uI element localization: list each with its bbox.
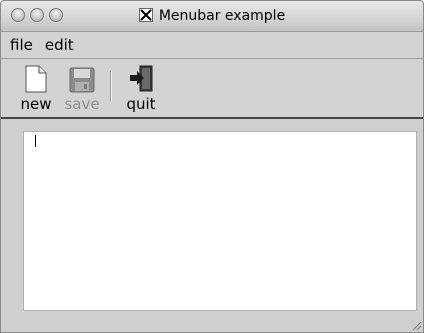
menu-edit[interactable]: edit [40,35,79,55]
editor-area [1,119,423,332]
menu-file[interactable]: file [5,35,38,55]
window-title-text: Menubar example [158,8,286,24]
text-caret [35,135,36,147]
toolbar-separator [110,71,112,101]
new-button[interactable]: new [14,65,58,113]
quit-button-label: quit [126,95,156,113]
toolbar: new save quit [1,59,423,119]
resize-grip-icon[interactable] [410,319,422,331]
save-button[interactable]: save [60,65,104,113]
menu-bar: file edit [1,32,423,59]
document-icon [25,65,47,93]
main-window: Menubar example file edit new save quit [0,0,424,333]
window-title: Menubar example [1,8,423,24]
quit-button[interactable]: quit [119,65,163,113]
x11-icon [138,8,153,22]
new-button-label: new [20,95,52,113]
floppy-disk-icon [69,67,95,93]
save-button-label: save [64,95,100,113]
text-editor[interactable] [23,131,417,311]
exit-door-icon [130,65,153,92]
title-bar[interactable]: Menubar example [1,1,423,32]
